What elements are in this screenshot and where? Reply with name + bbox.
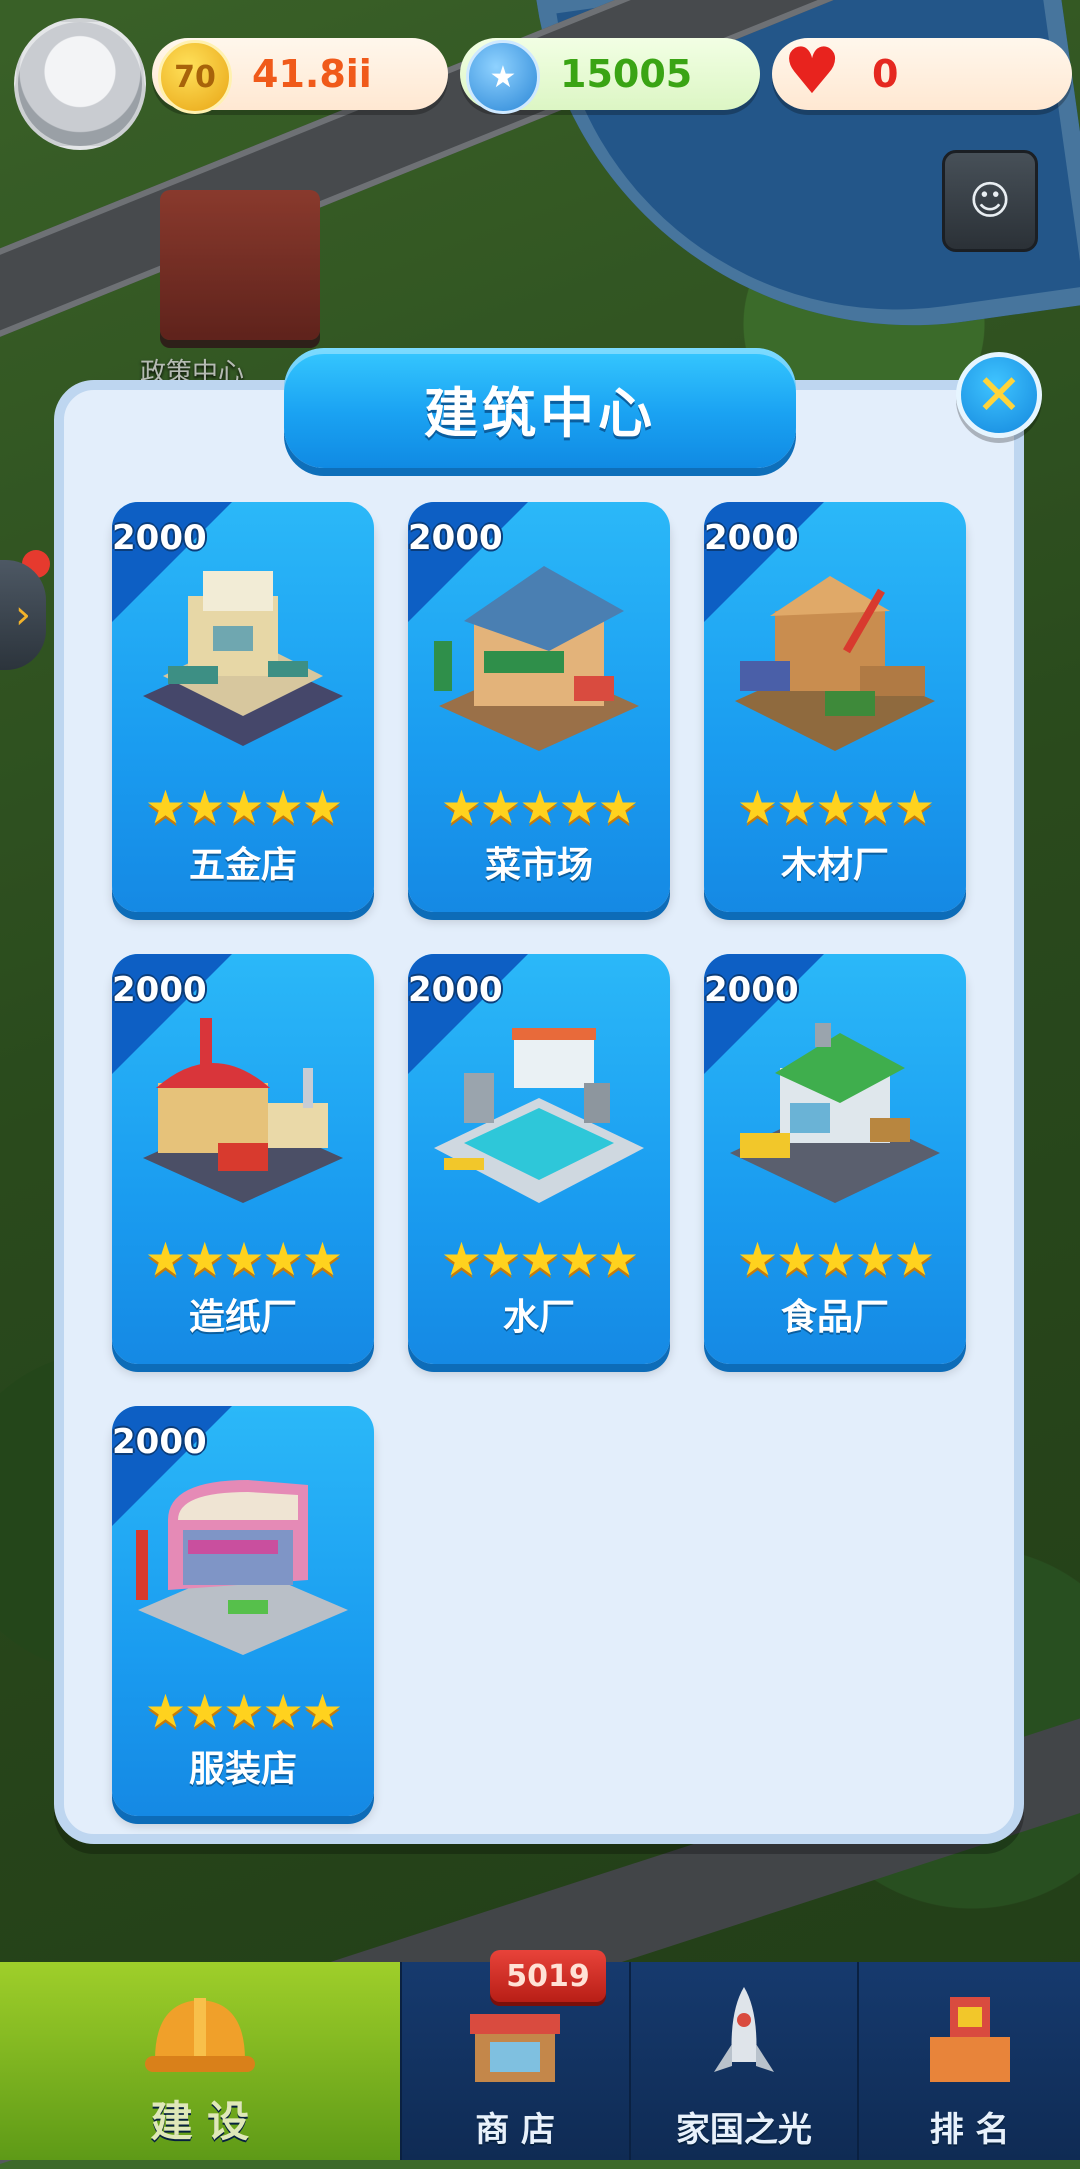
hardware-store-icon xyxy=(143,571,343,746)
shop-count-badge: 5019 xyxy=(490,1950,606,2002)
nav-home-glory-label: 家国之光 xyxy=(675,2110,812,2150)
star-rating: ★★★★★ xyxy=(144,1684,343,1738)
chevron-right-icon: › xyxy=(15,592,31,638)
dialog-header: 建筑中心 xyxy=(284,348,796,468)
nav-ranking[interactable]: 排 名 xyxy=(859,1962,1080,2160)
nav-ranking-label: 排 名 xyxy=(929,2110,1010,2150)
building-price: 2000 xyxy=(112,970,207,1010)
rocket-icon xyxy=(713,1987,774,2072)
building-card-lumber-mill[interactable]: 2000 ★★★★★ 木材厂 xyxy=(704,502,966,912)
star-value: 15005 xyxy=(560,52,693,96)
building-price: 2000 xyxy=(408,970,503,1010)
building-name: 菜市场 xyxy=(484,845,593,886)
vegetable-market-icon xyxy=(434,566,639,751)
gold-value: 41.8ii xyxy=(252,52,372,96)
star-rating: ★★★★★ xyxy=(440,1232,639,1286)
gold-coin-icon: 70 xyxy=(158,40,232,114)
building-name: 造纸厂 xyxy=(188,1297,297,1338)
heart-icon: ♥ xyxy=(783,35,841,109)
building-card-clothing-store[interactable]: 2000 ★★★★★ 服装店 xyxy=(112,1406,374,1816)
star-rating: ★★★★★ xyxy=(736,1232,935,1286)
star-rating: ★★★★★ xyxy=(144,780,343,834)
dialog-title: 建筑中心 xyxy=(424,381,656,445)
podium-icon xyxy=(929,1997,1010,2082)
building-card-paper-mill[interactable]: 2000 ★★★★★ 造纸厂 xyxy=(112,954,374,1364)
building-name: 食品厂 xyxy=(780,1297,889,1338)
water-plant-icon xyxy=(434,1028,644,1203)
close-icon: ✕ xyxy=(975,362,1023,428)
star-counter: ★ 15005 xyxy=(460,38,760,114)
hard-hat-icon xyxy=(144,1998,255,2072)
building-price: 2000 xyxy=(408,518,503,558)
building-price: 2000 xyxy=(704,970,799,1010)
star-rating: ★★★★★ xyxy=(144,1232,343,1286)
star-rating: ★★★★★ xyxy=(736,780,935,834)
star-rating: ★★★★★ xyxy=(440,780,639,834)
gold-counter: 70 41.8ii xyxy=(152,38,448,114)
building-name: 服装店 xyxy=(188,1749,297,1790)
paper-mill-icon xyxy=(143,1018,343,1203)
nav-build[interactable]: 建 设 xyxy=(0,1962,402,2160)
building-price: 2000 xyxy=(704,518,799,558)
close-button[interactable]: ✕ xyxy=(956,352,1042,438)
star-coin-icon: ★ xyxy=(466,40,540,114)
building-price: 2000 xyxy=(112,518,207,558)
food-factory-icon xyxy=(730,1023,940,1203)
building-name: 水厂 xyxy=(502,1297,575,1338)
building-card-hardware-store[interactable]: 2000 ★★★★★ 五金店 xyxy=(112,502,374,912)
clothing-store-icon xyxy=(136,1480,348,1655)
building-name: 木材厂 xyxy=(780,845,889,886)
building-card-vegetable-market[interactable]: 2000 ★★★★★ 菜市场 xyxy=(408,502,670,912)
building-card-food-factory[interactable]: 2000 ★★★★★ 食品厂 xyxy=(704,954,966,1364)
nav-shop-label: 商 店 xyxy=(475,2110,556,2150)
nav-home-glory[interactable]: 家国之光 xyxy=(631,1962,860,2160)
nav-build-label: 建 设 xyxy=(150,2097,250,2146)
lumber-mill-icon xyxy=(735,576,935,751)
building-name: 五金店 xyxy=(188,845,297,886)
heart-counter: ♥ 0 xyxy=(772,35,1072,110)
side-menu-button[interactable]: ☺ xyxy=(942,150,1038,252)
building-price: 2000 xyxy=(112,1422,207,1462)
player-avatar[interactable] xyxy=(14,18,146,150)
robot-icon: ☺ xyxy=(969,178,1011,224)
heart-value: 0 xyxy=(872,52,899,96)
building-card-water-plant[interactable]: 2000 ★★★★★ 水厂 xyxy=(408,954,670,1364)
